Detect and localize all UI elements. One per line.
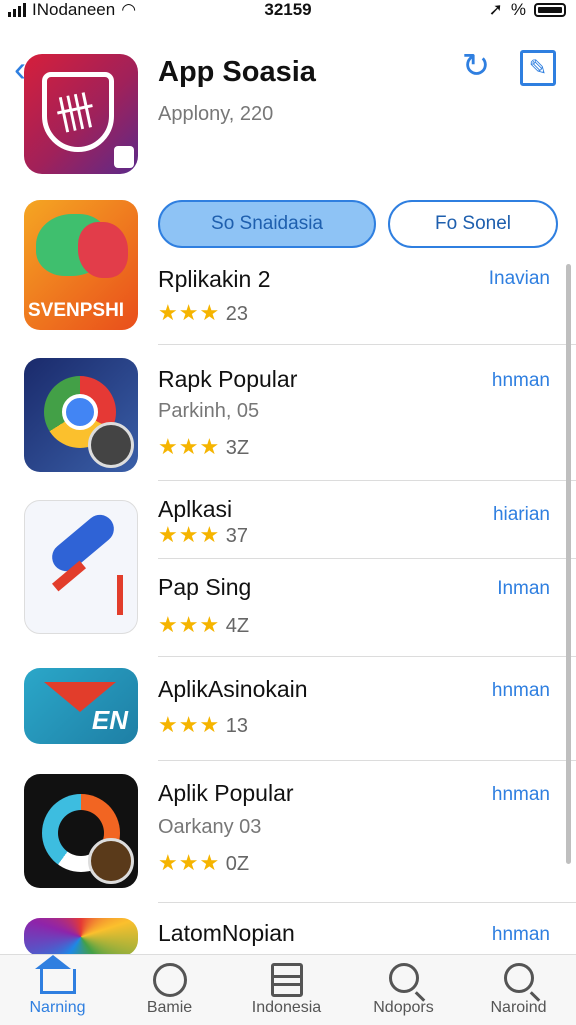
- tab-bar: Narning Bamie Indonesia Ndopors Naroind: [0, 954, 576, 1025]
- tab-label: Ndopors: [373, 999, 434, 1016]
- star-rating-icon: ★★★: [158, 850, 221, 875]
- divider: [158, 656, 576, 657]
- rating-count: 37: [225, 525, 248, 547]
- icon-label: SVENPSHI: [28, 300, 125, 321]
- app-action-link[interactable]: hnman: [492, 370, 550, 392]
- status-bar: INodaneen ◠ 32159 ➚ %: [0, 0, 576, 24]
- app-subtitle: Parkinh, 05: [158, 400, 260, 422]
- app-rating: ★★★ 23: [158, 300, 248, 326]
- rating-count: 0Z: [225, 853, 250, 875]
- star-rating-icon: ★★★: [158, 522, 221, 547]
- tab-home[interactable]: Narning: [0, 955, 115, 1025]
- app-icon: SVENPSHI: [24, 200, 138, 330]
- divider: [158, 344, 576, 345]
- avatar: [88, 422, 134, 468]
- shield-icon: [42, 72, 114, 152]
- divider: [158, 480, 576, 481]
- app-action-link[interactable]: hiarian: [493, 504, 550, 526]
- search-icon: [388, 963, 419, 993]
- app-rating: ★★★ 4Z: [158, 612, 249, 638]
- search-icon: [503, 963, 534, 993]
- star-rating-icon: ★★★: [158, 712, 221, 737]
- app-action-link[interactable]: Inman: [497, 578, 550, 600]
- app-name: Aplik Popular: [158, 780, 294, 806]
- page-title: App Soasia: [158, 56, 316, 88]
- app-name: AplikAsinokain: [158, 676, 308, 702]
- divider: [158, 760, 576, 761]
- list-icon: [270, 963, 303, 997]
- tab-search-2[interactable]: Naroind: [461, 955, 576, 1025]
- app-name: LatomNopian: [158, 920, 295, 946]
- badge-icon: [114, 146, 134, 168]
- list-item[interactable]: EN AplikAsinokain ★★★ 13 hnman: [0, 668, 576, 760]
- rating-count: 23: [225, 303, 248, 325]
- tab-search[interactable]: Ndopors: [346, 955, 461, 1025]
- list-item[interactable]: Aplkasi ★★★ 37 hiarian: [0, 494, 576, 634]
- rating-count: 13: [225, 715, 248, 737]
- star-rating-icon: ★★★: [158, 612, 221, 637]
- app-name: Pap Sing: [158, 574, 252, 600]
- star-rating-icon: ★★★: [158, 300, 221, 325]
- star-rating-icon: ★★★: [158, 434, 221, 459]
- page-subtitle: Applony, 220: [158, 103, 274, 125]
- app-name: Aplkasi: [158, 496, 233, 522]
- person-icon: [152, 963, 187, 997]
- app-action-link[interactable]: hnman: [492, 924, 550, 946]
- tab-label: Bamie: [146, 999, 193, 1016]
- list-item[interactable]: Aplik Popular Oarkany 03 ★★★ 0Z hnman: [0, 772, 576, 902]
- avatar: [88, 838, 134, 884]
- app-rating: ★★★ 0Z: [158, 850, 249, 876]
- location-icon: ➚: [488, 0, 503, 19]
- status-right: ➚ %: [489, 0, 566, 20]
- app-subtitle: Oarkany 03: [158, 816, 262, 838]
- app-icon: [24, 358, 138, 472]
- tab-label: Indonesia: [251, 999, 322, 1016]
- tab-list[interactable]: Indonesia: [229, 955, 344, 1025]
- divider: [158, 558, 576, 559]
- app-action-link[interactable]: hnman: [492, 784, 550, 806]
- app-action-link[interactable]: Inavian: [489, 268, 550, 290]
- app-name: Rapk Popular: [158, 366, 298, 392]
- tab-profile[interactable]: Bamie: [112, 955, 227, 1025]
- rating-count: 4Z: [225, 615, 250, 637]
- list-item[interactable]: LatomNopian hnman: [0, 914, 576, 954]
- app-name: Rplikakin 2: [158, 266, 271, 292]
- back-chevron-icon[interactable]: ‹: [14, 48, 26, 90]
- app-rating: ★★★ 3Z: [158, 434, 249, 460]
- featured-app-icon[interactable]: [24, 54, 138, 174]
- scrollbar[interactable]: [566, 264, 571, 864]
- home-icon: [34, 955, 76, 994]
- list-item[interactable]: Rapk Popular Parkinh, 05 ★★★ 3Z hnman: [0, 356, 576, 480]
- app-rating: ★★★ 13: [158, 712, 248, 738]
- battery-percent: %: [510, 0, 526, 19]
- tab-label: Naroind: [490, 999, 547, 1016]
- compose-icon[interactable]: ✎: [520, 50, 556, 86]
- rating-count: 3Z: [225, 437, 250, 459]
- battery-icon: [534, 3, 566, 17]
- list-item[interactable]: Pap Sing ★★★ 4Z Inman: [0, 570, 576, 656]
- app-icon: [24, 918, 138, 954]
- app-icon: EN: [24, 668, 138, 744]
- list-item[interactable]: SVENPSHI Rplikakin 2 ★★★ 23 Inavian: [0, 198, 576, 344]
- app-action-link[interactable]: hnman: [492, 680, 550, 702]
- app-rating: ★★★ 37: [158, 522, 248, 548]
- app-icon: [24, 774, 138, 888]
- divider: [158, 902, 576, 903]
- icon-label: EN: [91, 705, 128, 735]
- refresh-icon[interactable]: ↻: [458, 48, 494, 84]
- tab-label: Narning: [29, 999, 86, 1016]
